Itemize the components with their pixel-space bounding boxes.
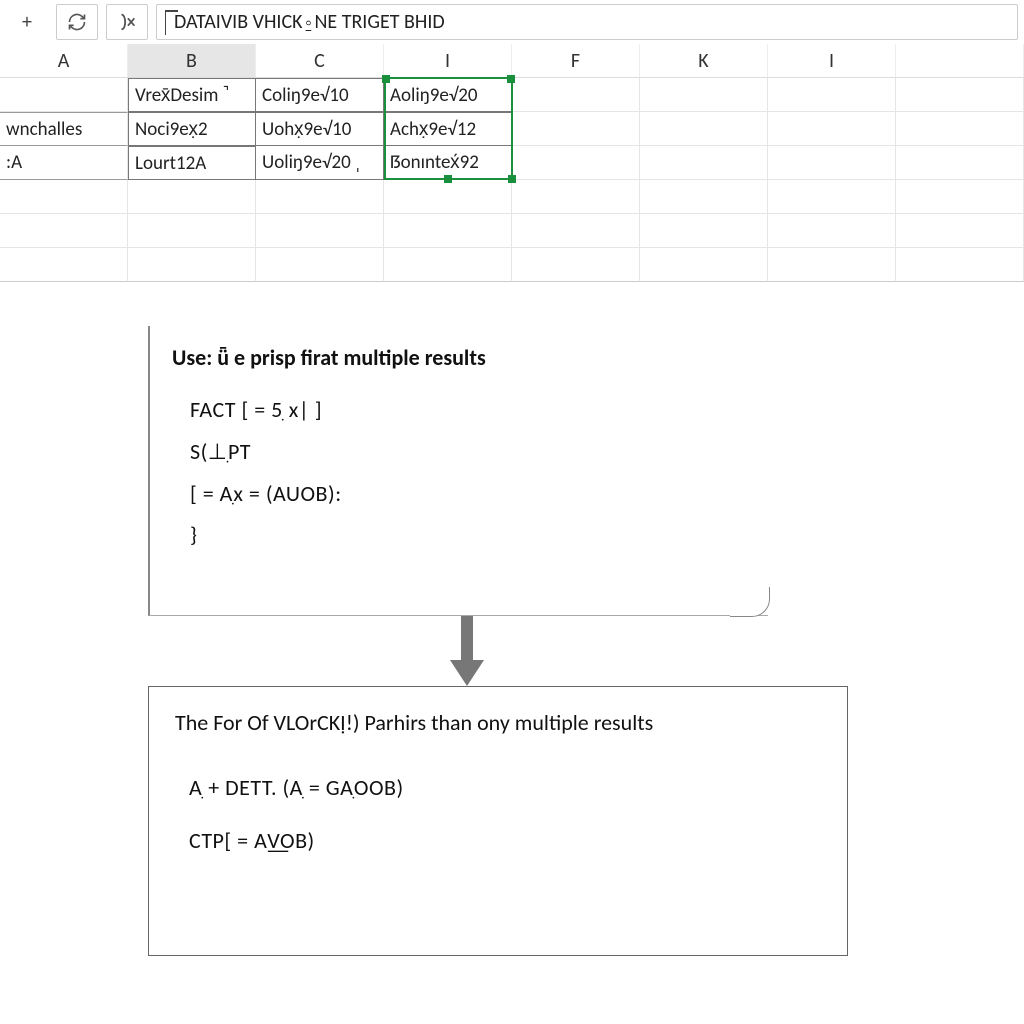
cell[interactable] [128, 214, 256, 248]
info-panel-1: Use: ǖ e prisp firat multiple results FA… [148, 326, 768, 616]
cell[interactable] [256, 180, 384, 214]
cell[interactable]: Lourt12A [128, 146, 256, 180]
cell[interactable] [384, 214, 512, 248]
cell[interactable] [512, 112, 640, 146]
cell[interactable] [768, 78, 896, 112]
col-header-i[interactable]: I [384, 44, 512, 77]
cell[interactable] [896, 180, 1024, 214]
cell[interactable] [896, 146, 1024, 180]
cell[interactable] [512, 214, 640, 248]
col-header-f[interactable]: F [512, 44, 640, 77]
cell[interactable]: :A [0, 146, 128, 180]
info-panel-1-line3: [ = Aִx = (AUOB): [190, 473, 746, 515]
info-panel-2-title: The For Of VLOrCKỊ!) Parhirs than ony mu… [175, 709, 821, 736]
cell[interactable] [384, 248, 512, 282]
cell[interactable] [768, 112, 896, 146]
cell[interactable] [896, 248, 1024, 282]
info-panel-1-line2: S(⊥ִPT [190, 431, 746, 473]
cell[interactable] [0, 78, 128, 112]
col-header-a[interactable]: A [0, 44, 128, 77]
panel-corner-decoration [730, 587, 770, 617]
cell[interactable] [768, 214, 896, 248]
refresh-button[interactable] [56, 4, 98, 40]
cell[interactable] [640, 214, 768, 248]
spreadsheet-grid: Vrex̄Desim ˺ Coliŋ9e√10 Aoliŋ9e√20 wncha… [0, 78, 1024, 282]
grid-row [0, 248, 1024, 282]
cell[interactable] [640, 78, 768, 112]
cell[interactable]: Coliŋ9e√10 [256, 78, 384, 112]
arrow-down-icon [452, 616, 480, 686]
info-panel-2-line1: Aִ + DETT. (Aִ = GAִOOB) [189, 762, 821, 815]
cell[interactable] [128, 248, 256, 282]
grid-row: wnchalles Noci9ex̣2 Uohx̣9e√10 Achx̣9e√1… [0, 112, 1024, 146]
cell[interactable] [768, 248, 896, 282]
add-sheet-button[interactable]: + [6, 4, 48, 40]
info-panel-2-line2: CTP[ = A͟VOB) [189, 815, 821, 868]
cell[interactable]: wnchalles [0, 112, 128, 146]
cell[interactable] [256, 214, 384, 248]
cell[interactable]: ẞonıntex́92 [384, 146, 512, 180]
info-panel-1-line1: FACT [ = 5ִ x| ] [190, 389, 746, 431]
cell[interactable] [640, 112, 768, 146]
info-panel-1-title: Use: ǖ e prisp firat multiple results [172, 344, 746, 371]
cell[interactable] [512, 180, 640, 214]
cell[interactable] [512, 146, 640, 180]
col-header-k[interactable]: K [640, 44, 768, 77]
cell[interactable]: Noci9ex̣2 [128, 112, 256, 146]
toolbar: + DATAIVIB VHICK⍛NE TRIGET BHID [0, 0, 1024, 44]
col-header-b[interactable]: B [128, 44, 256, 77]
cell[interactable] [256, 248, 384, 282]
cell[interactable]: Achx̣9e√12 [384, 112, 512, 146]
cell[interactable]: Uoliŋ9e√20 ˌ [256, 146, 384, 180]
cell[interactable] [896, 112, 1024, 146]
cell[interactable] [768, 180, 896, 214]
col-header-empty[interactable] [896, 44, 1024, 77]
cell[interactable]: Vrex̄Desim ˺ [128, 78, 256, 112]
fx-button[interactable] [106, 4, 148, 40]
grid-row [0, 180, 1024, 214]
cell[interactable] [0, 180, 128, 214]
cell[interactable] [512, 78, 640, 112]
cell[interactable] [384, 180, 512, 214]
cell[interactable] [640, 248, 768, 282]
cell[interactable] [640, 146, 768, 180]
cell[interactable]: Uohx̣9e√10 [256, 112, 384, 146]
formula-bar-icon [165, 10, 166, 34]
formula-bar-text: DATAIVIB VHICK⍛NE TRIGET BHID [174, 10, 445, 34]
grid-row: Vrex̄Desim ˺ Coliŋ9e√10 Aoliŋ9e√20 [0, 78, 1024, 112]
col-header-i2[interactable]: I [768, 44, 896, 77]
info-panel-1-line4: } [190, 514, 746, 556]
cell[interactable] [640, 180, 768, 214]
cell[interactable]: Aoliŋ9e√20 [384, 78, 512, 112]
cell[interactable] [896, 214, 1024, 248]
cell[interactable] [0, 248, 128, 282]
cell[interactable] [896, 78, 1024, 112]
col-header-c[interactable]: C [256, 44, 384, 77]
grid-row [0, 214, 1024, 248]
cell[interactable] [128, 180, 256, 214]
column-headers: A B C I F K I [0, 44, 1024, 78]
cell[interactable] [0, 214, 128, 248]
cell[interactable] [768, 146, 896, 180]
info-panel-2: The For Of VLOrCKỊ!) Parhirs than ony mu… [148, 686, 848, 956]
grid-row: :A Lourt12A Uoliŋ9e√20 ˌ ẞonıntex́92 [0, 146, 1024, 180]
cell[interactable] [512, 248, 640, 282]
formula-bar[interactable]: DATAIVIB VHICK⍛NE TRIGET BHID [156, 4, 1018, 40]
